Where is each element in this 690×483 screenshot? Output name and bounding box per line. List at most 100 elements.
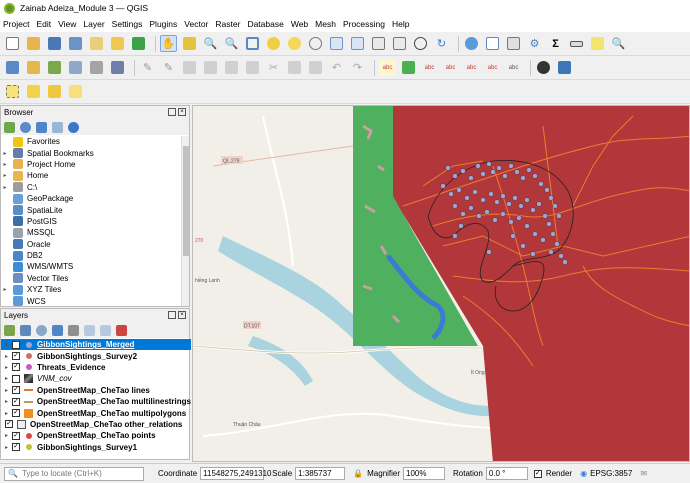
gibbon-sighting-point[interactable] xyxy=(494,199,500,205)
expand-arrow-icon[interactable]: ▸ xyxy=(5,387,12,394)
crs-label[interactable]: EPSG:3857 xyxy=(590,469,632,478)
zoom-in-icon[interactable]: 🔍 xyxy=(202,35,219,52)
collapse-all-icon[interactable] xyxy=(100,324,111,336)
cut-icon[interactable]: ✂ xyxy=(265,59,282,76)
gibbon-sighting-point[interactable] xyxy=(440,183,446,189)
filter-browser-icon[interactable] xyxy=(36,121,47,133)
label-move-icon[interactable]: abc xyxy=(463,59,480,76)
gibbon-sighting-point[interactable] xyxy=(550,231,556,237)
browser-item[interactable]: PostGIS xyxy=(1,216,181,227)
float-panel-icon[interactable] xyxy=(168,108,176,116)
layer-visibility-checkbox[interactable]: ✓ xyxy=(12,352,20,361)
gibbon-sighting-point[interactable] xyxy=(500,193,506,199)
gibbon-sighting-point[interactable] xyxy=(540,237,546,243)
gibbon-sighting-point[interactable] xyxy=(445,165,451,171)
gibbon-sighting-point[interactable] xyxy=(548,195,554,201)
label-pin-icon[interactable]: abc xyxy=(421,59,438,76)
layout-manager-icon[interactable] xyxy=(109,35,126,52)
expand-arrow-icon[interactable]: ▸ xyxy=(1,150,9,157)
gibbon-sighting-point[interactable] xyxy=(452,203,458,209)
layer-label-icon[interactable] xyxy=(400,59,417,76)
expand-arrow-icon[interactable]: ▸ xyxy=(5,375,12,382)
select-features-icon[interactable] xyxy=(4,83,21,100)
select-value-icon[interactable] xyxy=(25,83,42,100)
manage-visibility-icon[interactable] xyxy=(36,324,47,336)
gibbon-sighting-point[interactable] xyxy=(556,213,562,219)
expand-arrow-icon[interactable]: ▸ xyxy=(5,432,12,439)
label-abc-icon[interactable]: abc xyxy=(379,59,396,76)
gibbon-sighting-point[interactable] xyxy=(458,223,464,229)
browser-item[interactable]: WMS/WMTS xyxy=(1,261,181,272)
layer-item[interactable]: ▸ ✓ Threats_Evidence xyxy=(1,362,191,373)
browser-item[interactable]: DB2 xyxy=(1,250,181,261)
expand-all-icon[interactable] xyxy=(84,324,95,336)
undo-icon[interactable]: ↶ xyxy=(328,59,345,76)
gibbon-sighting-point[interactable] xyxy=(542,213,548,219)
menu-project[interactable]: Project xyxy=(3,19,29,29)
gibbon-sighting-point[interactable] xyxy=(508,163,514,169)
expand-arrow-icon[interactable]: ▸ xyxy=(1,172,9,179)
filter-expression-icon[interactable] xyxy=(68,324,79,336)
gibbon-sighting-point[interactable] xyxy=(520,175,526,181)
menu-raster[interactable]: Raster xyxy=(215,19,240,29)
statistics-sum-icon[interactable]: Σ xyxy=(547,35,564,52)
layer-visibility-checkbox[interactable]: ✓ xyxy=(12,431,20,440)
gibbon-sighting-point[interactable] xyxy=(490,169,496,175)
layer-item[interactable]: ▸ ✓ OpenStreetMap_CheTao points xyxy=(1,430,191,441)
layer-item[interactable]: ▸ ✓ GibbonSightings_Survey2 xyxy=(1,350,191,361)
locator-search-input[interactable]: 🔍 Type to locate (Ctrl+K) xyxy=(4,466,144,481)
gibbon-sighting-point[interactable] xyxy=(546,221,552,227)
browser-item[interactable]: ▸ C:\ xyxy=(1,182,181,193)
menu-help[interactable]: Help xyxy=(392,19,409,29)
browser-scrollbar[interactable] xyxy=(181,136,189,306)
pan-icon[interactable]: ✋ xyxy=(160,35,177,52)
gibbon-sighting-point[interactable] xyxy=(510,233,516,239)
layer-visibility-checkbox[interactable]: ✓ xyxy=(11,397,20,406)
layer-visibility-checkbox[interactable]: ✓ xyxy=(12,363,20,372)
browser-item[interactable]: ▸ Project Home xyxy=(1,159,181,170)
gibbon-sighting-point[interactable] xyxy=(530,207,536,213)
layer-visibility-checkbox[interactable]: ✓ xyxy=(12,340,20,349)
new-geopackage-icon[interactable] xyxy=(25,59,42,76)
zoom-selection-icon[interactable] xyxy=(265,35,282,52)
layer-item[interactable]: ▸ ✓ OpenStreetMap_CheTao multilinestrings xyxy=(1,396,191,407)
layer-visibility-checkbox[interactable]: ✓ xyxy=(12,386,20,395)
refresh-icon[interactable]: ↻ xyxy=(433,35,450,52)
paste-icon[interactable] xyxy=(307,59,324,76)
browser-item[interactable]: SpatiaLite xyxy=(1,204,181,216)
print-layout-icon[interactable] xyxy=(88,35,105,52)
zoom-last-icon[interactable] xyxy=(328,35,345,52)
expand-arrow-icon[interactable]: ▸ xyxy=(1,184,9,191)
gibbon-sighting-point[interactable] xyxy=(520,243,526,249)
gibbon-sighting-point[interactable] xyxy=(464,195,470,201)
properties-info-icon[interactable] xyxy=(68,121,79,133)
identify-icon[interactable] xyxy=(463,35,480,52)
gibbon-sighting-point[interactable] xyxy=(475,163,481,169)
gibbon-sighting-point[interactable] xyxy=(562,259,568,265)
plugin-globe-icon[interactable] xyxy=(535,59,552,76)
gibbon-sighting-point[interactable] xyxy=(532,231,538,237)
gibbon-sighting-point[interactable] xyxy=(460,168,466,174)
gibbon-sighting-point[interactable] xyxy=(486,161,492,167)
save-as-icon[interactable] xyxy=(67,35,84,52)
pan-to-selection-icon[interactable] xyxy=(181,35,198,52)
browser-item[interactable]: ▸ XYZ Tiles xyxy=(1,284,181,295)
browser-item[interactable]: WCS xyxy=(1,295,181,307)
expand-arrow-icon[interactable]: ▸ xyxy=(5,353,12,360)
add-layer-icon[interactable] xyxy=(4,121,15,133)
expand-arrow-icon[interactable]: ▸ xyxy=(5,341,12,348)
gibbon-sighting-point[interactable] xyxy=(524,197,530,203)
map-svg[interactable]: QL.279 DT.107 Ít Ong Thuận Châu hiềng La… xyxy=(193,106,690,462)
gibbon-sighting-point[interactable] xyxy=(526,167,532,173)
gibbon-sighting-point[interactable] xyxy=(506,201,512,207)
field-calculator-icon[interactable] xyxy=(505,35,522,52)
gibbon-sighting-point[interactable] xyxy=(524,223,530,229)
coordinate-field[interactable]: 11548275,2491310 xyxy=(200,467,272,480)
gibbon-sighting-point[interactable] xyxy=(508,219,514,225)
gibbon-sighting-point[interactable] xyxy=(492,217,498,223)
browser-item[interactable]: GeoPackage xyxy=(1,193,181,204)
expand-arrow-icon[interactable]: ▸ xyxy=(5,364,12,371)
gibbon-sighting-point[interactable] xyxy=(480,171,486,177)
delete-feature-icon[interactable] xyxy=(244,59,261,76)
gibbon-sighting-point[interactable] xyxy=(460,211,466,217)
